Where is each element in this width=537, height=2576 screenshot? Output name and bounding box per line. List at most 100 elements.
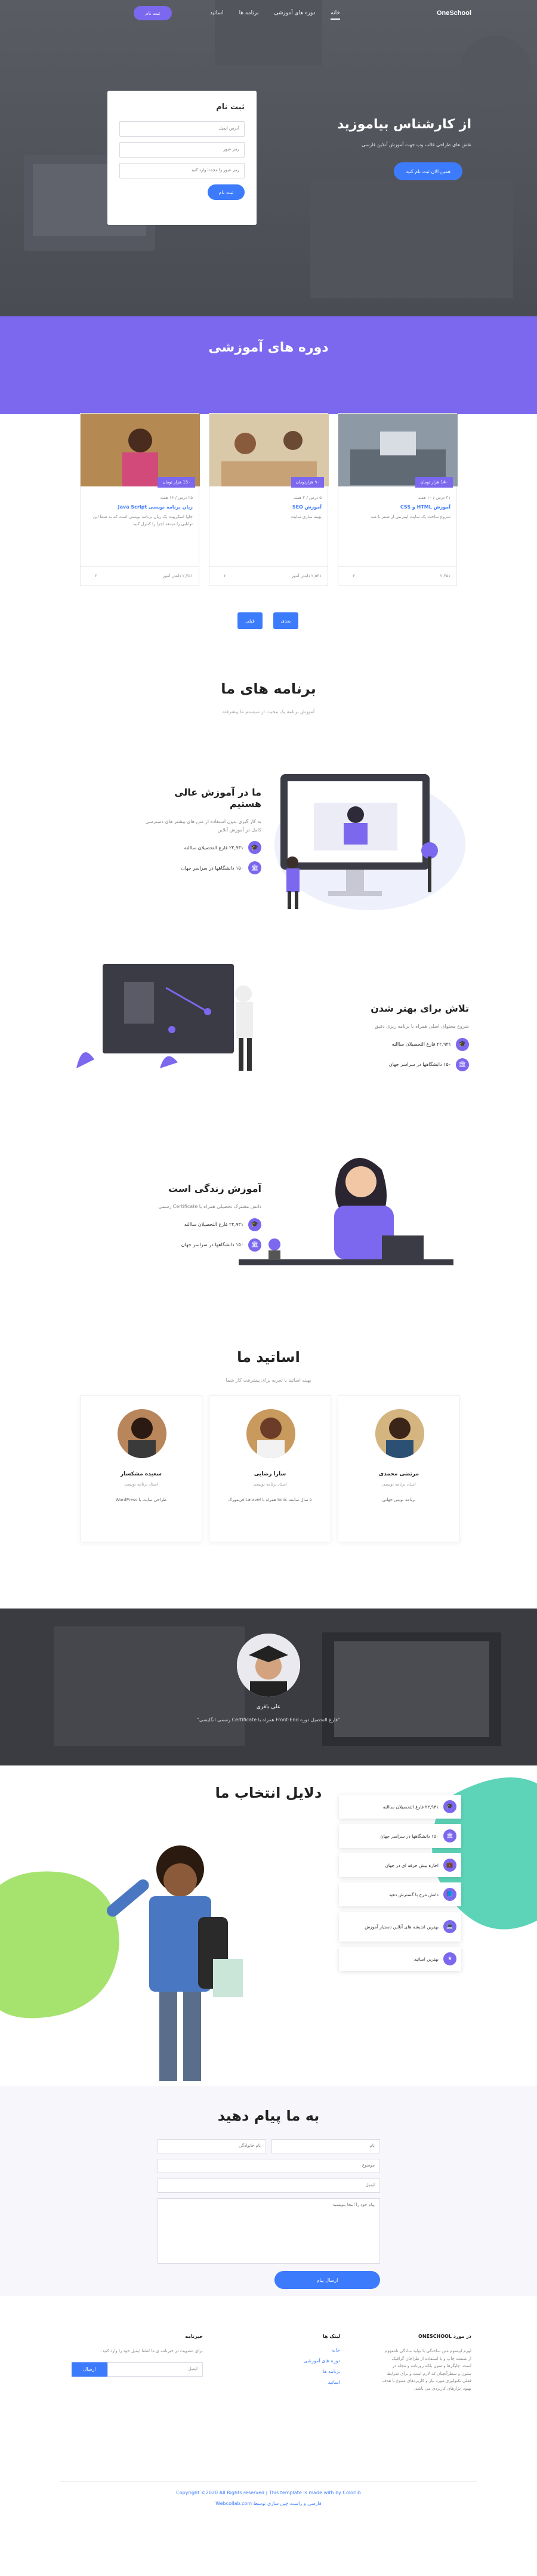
teacher-name: سعیده مشکسار: [121, 1471, 162, 1477]
course-price-badge: 14۰ هزار تومان: [415, 477, 453, 488]
university-icon: 🏛: [248, 861, 261, 875]
program-stat: 🎓 ۲۲,۹۳۱ فارغ التحصیلان ساالنه: [142, 841, 261, 855]
course-image: [338, 414, 458, 486]
teacher-card: سعیده مشکسار استاد برنامه نویسی طراحی سا…: [80, 1395, 202, 1542]
course-rating: ۳: [95, 574, 97, 578]
course-footer: ۲,۴۵۱ دانش آموز ۳: [81, 566, 199, 586]
newsletter-email-input[interactable]: ایمیل: [107, 2362, 203, 2377]
avatar: [118, 1409, 166, 1458]
credit-text: فارسی و راست چین سازی توسط Webcollab.com: [215, 2501, 322, 2506]
password-field[interactable]: رمز عبور: [119, 142, 245, 158]
testimonial-section: علی باقری "فارغ التحصیل دوره Front-End ه…: [0, 1609, 537, 1765]
course-title[interactable]: زبان برنامه نویسی Java Script: [118, 504, 193, 510]
footer-link-teachers[interactable]: اساتید: [251, 2380, 340, 2385]
program-illustration: [239, 1158, 453, 1265]
brand-logo[interactable]: OneSchool: [437, 10, 471, 17]
graduation-icon: 🎓: [456, 1037, 469, 1051]
program-stat: 🏛 ۱۵۰ دانشگاهها در سراسر جهان: [338, 1058, 469, 1071]
program-feature: ما در آموزش عالی هستیم به کار گیری بدون …: [142, 787, 261, 875]
book-icon: 📘: [443, 1888, 456, 1901]
course-students: ۲,۴۵۱: [440, 574, 450, 578]
teachers-title: اساتید ما: [237, 1349, 300, 1366]
program-illustration: [76, 964, 253, 1071]
hero-background-photo: [24, 0, 531, 298]
nav-link-programs[interactable]: برنامه ها: [239, 10, 259, 20]
contact-title: به ما پیام دهید: [217, 2107, 320, 2124]
contact-section: به ما پیام دهید نام نام خانوادگی موضوع ا…: [0, 2086, 537, 2296]
subject-input[interactable]: موضوع: [158, 2159, 380, 2173]
courses-prev-button[interactable]: قبلی: [237, 612, 263, 629]
footer: در مورد ONESCHOOL لورم ایپسوم متن ساختگی…: [0, 2296, 537, 2576]
nav-link-courses[interactable]: دوره های آموزشی: [274, 10, 315, 20]
email-input[interactable]: ایمیل: [158, 2178, 380, 2193]
course-description: بهینه سازی سایت: [291, 514, 322, 519]
course-meta: ۵ درس / ۴ هفته: [294, 495, 322, 500]
program-stat: 🎓 ۲۲,۹۳۱ فارغ التحصیلان ساالنه: [338, 1037, 469, 1051]
footer-link-home[interactable]: خانه: [251, 2347, 340, 2353]
course-description: شروع ساخت یک سایت اینترنتی از صفر تا صد: [371, 514, 450, 519]
teachers-subtitle: بهینه اساتید با تجربه برای پیشرفت کار شم…: [226, 1378, 311, 1383]
course-meta: ۲۵ درس / ۱۶ هفته: [160, 495, 193, 500]
teacher-name: سارا رضایی: [254, 1471, 286, 1477]
student-illustration: [107, 1845, 243, 2081]
course-title[interactable]: آموزش HTML و CSS: [400, 504, 450, 510]
footer-links-title: لینک ها: [322, 2334, 340, 2339]
teacher-bio: طراحی سایت با WordPress: [115, 1497, 167, 1502]
nav-link-teachers[interactable]: اساتید: [210, 10, 224, 20]
footer-links: لینک ها خانه دوره های آموزشی برنامه ها ا…: [251, 2334, 340, 2390]
first-name-input[interactable]: نام: [271, 2139, 380, 2153]
star-icon: ★: [443, 1952, 456, 1965]
confirm-password-field[interactable]: رمز عبور را مجددا وارد کنید: [119, 163, 245, 178]
hero-section: OneSchool خانه دوره های آموزشی برنامه ها…: [0, 0, 537, 316]
program-feature-desc: شروع محتوای اصلی همراه با برنامه ریزی دق…: [375, 1024, 469, 1029]
courses-next-button[interactable]: بعدی: [273, 612, 298, 629]
signup-title: ثبت نام: [216, 103, 245, 112]
course-card[interactable]: 14۰ هزار تومان ۳۱ درس / ۱۰ هفته آموزش HT…: [338, 413, 458, 586]
course-description: جاوا اسکریپت یک زبان برنامه نویسی است که…: [92, 514, 193, 526]
teacher-card: سارا رضایی استاد برنامه نویسی ۵ سال سابق…: [209, 1395, 331, 1542]
nav-signup-button[interactable]: ثبت نام: [134, 6, 172, 20]
teacher-bio: ۵ سال سابقه Ionic همراه با Laravel فریمو…: [228, 1497, 312, 1502]
course-card[interactable]: 15۰ هزار تومان ۲۵ درس / ۱۶ هفته زبان برن…: [80, 413, 200, 586]
course-meta: ۳۱ درس / ۱۰ هفته: [418, 495, 450, 500]
student-avatar: [237, 1634, 300, 1697]
graduation-icon: 🎓: [443, 1800, 456, 1813]
hero-signup-button[interactable]: همین الان ثبت نام کنید: [394, 162, 462, 180]
courses-title: دوره های آموزشی: [208, 340, 329, 355]
laptop-icon: 💻: [443, 1920, 456, 1933]
footer-link-programs[interactable]: برنامه ها: [251, 2369, 340, 2374]
avatar: [375, 1409, 424, 1458]
teacher-card: مرتضی محمدی استاد برنامه نویسی برنامه نو…: [338, 1395, 460, 1542]
teacher-role: استاد برنامه نویسی: [382, 1482, 416, 1487]
course-footer: ۲,۴۵۱ ۳: [338, 566, 456, 586]
course-footer: ۲,۵۴۱ دانش آموز ۲: [209, 566, 328, 586]
programs-subtitle: آموزش برنامه یک محبت از سیستم ما پیشرفته: [222, 709, 315, 714]
course-card[interactable]: ۹۰ هزارتومان ۵ درس / ۴ هفته آموزش SEO به…: [209, 413, 329, 586]
footer-link-courses[interactable]: دوره های آموزشی: [251, 2358, 340, 2364]
send-message-button[interactable]: ارسال پیام: [274, 2271, 380, 2289]
signup-submit-button[interactable]: ثبت نام: [208, 184, 245, 200]
footer-about-title: در مورد ONESCHOOL: [418, 2334, 471, 2339]
signup-form: ثبت نام آدرس ایمیل رمز عبور رمز عبور را …: [107, 91, 257, 225]
footer-newsletter-title: خبرنامه: [185, 2334, 203, 2339]
avatar: [246, 1409, 295, 1458]
why-item: 🏛 ۱۵۰ دانشگاهها در سراسر جهان: [339, 1824, 461, 1848]
hero-title: از کارشناس بیاموزید: [337, 117, 471, 132]
program-feature-desc: به کار گیری بدون استفاده از متن های بیشت…: [145, 819, 261, 833]
course-price-badge: 15۰ هزار تومان: [158, 477, 195, 488]
university-icon: 🏛: [456, 1058, 469, 1071]
nav-link-home[interactable]: خانه: [331, 10, 340, 20]
email-field[interactable]: آدرس ایمیل: [119, 121, 245, 137]
courses-band: [0, 316, 537, 414]
top-navbar: OneSchool خانه دوره های آموزشی برنامه ها…: [0, 0, 537, 33]
why-item: 💼 اجازه بیش حرفه ای در جهان: [339, 1853, 461, 1877]
why-item: 📘 دانش مرح با گسترش دهید: [339, 1882, 461, 1906]
program-feature-title: ما در آموزش عالی هستیم: [174, 787, 261, 809]
testimonial-quote: "فارغ التحصیل دوره Front-End همراه با Ce…: [197, 1717, 340, 1723]
teacher-role: استاد برنامه نویسی: [253, 1482, 287, 1487]
newsletter-submit-button[interactable]: ارسال: [72, 2362, 107, 2377]
message-textarea[interactable]: پیام خود را اینجا بنویسید: [158, 2198, 380, 2264]
last-name-input[interactable]: نام خانوادگی: [158, 2139, 266, 2153]
course-title[interactable]: آموزش SEO: [292, 504, 322, 510]
course-price-badge: ۹۰ هزارتومان: [291, 477, 324, 488]
